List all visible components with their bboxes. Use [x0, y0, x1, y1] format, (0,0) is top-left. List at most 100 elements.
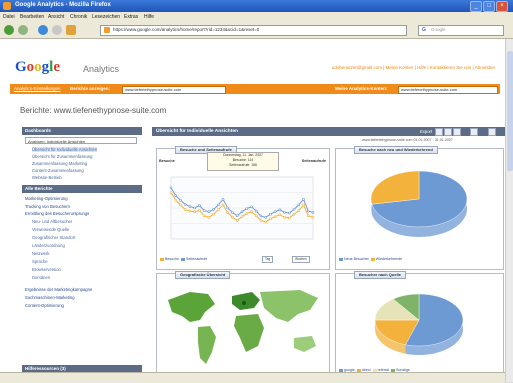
navigation-toolbar: https://www.google.com/analytics/home/re…	[0, 22, 513, 39]
sidebar-item-summary[interactable]: Übersicht für Zusammenfassung	[32, 154, 93, 159]
data-point	[250, 205, 253, 209]
sidebar-item-content-opt[interactable]: Content-Optimierung	[25, 303, 64, 308]
sidebar-subitem[interactable]: Länderzuordnung	[32, 243, 65, 248]
tab-day[interactable]: Tag	[262, 256, 274, 263]
account-select[interactable]: www.tiefenethypnose-suite.com	[398, 85, 498, 94]
data-point	[179, 198, 182, 202]
new-returning-panel-title: Besuche nach neu und Wiederkehrend	[354, 146, 438, 154]
sidebar-item-campaign[interactable]: Ergebnisse der Marketingkampagne	[25, 287, 92, 292]
sidebar-item-tracking[interactable]: Tracking von Besuchern	[25, 204, 70, 209]
dashboard: Übersicht für Individuelle Ansichten Exp…	[152, 127, 505, 382]
forward-icon[interactable]	[18, 25, 28, 35]
sidebar-item-content[interactable]: Content-Zusammenfassung	[32, 168, 84, 173]
data-point	[288, 211, 291, 215]
profile-label: Berichte anzeigen:	[70, 86, 111, 91]
data-point	[188, 209, 192, 213]
tab-week[interactable]: Wochen	[292, 256, 310, 263]
google-logo[interactable]: Google	[15, 59, 60, 76]
data-point	[231, 215, 234, 219]
email-icon[interactable]	[470, 128, 478, 136]
menu-lesezeichen[interactable]: Lesezeichen	[92, 14, 120, 20]
data-point	[302, 203, 305, 207]
page-content: Google Analytics udobenutzer@gmail.com |…	[0, 39, 505, 382]
menu-extras[interactable]: Extras	[124, 14, 138, 20]
data-point	[231, 211, 234, 214]
sidebar-item-origin[interactable]: Ermittlung des Besucherursprungs	[25, 211, 89, 216]
sources-panel-title: Besucher nach Quelle	[354, 271, 407, 279]
status-bar	[0, 372, 505, 383]
new-returning-pie-chart[interactable]	[344, 157, 494, 252]
data-point	[183, 208, 187, 211]
legend-swatch-new	[339, 257, 343, 261]
data-point	[179, 203, 182, 207]
sidebar-item-marketing[interactable]: Zusammenfassung Marketing	[32, 161, 87, 166]
data-point	[302, 198, 305, 201]
data-point	[292, 207, 296, 211]
dashboard-select[interactable]: Analysen: Individuelle Ansichten	[25, 137, 137, 144]
data-point	[278, 208, 282, 212]
visits-line-chart[interactable]	[167, 173, 317, 249]
xml-export-icon[interactable]	[444, 128, 452, 136]
data-point	[217, 203, 220, 207]
sidebar-item-sem[interactable]: Suchmaschinen-Marketing	[25, 295, 75, 300]
search-box[interactable]: G Google	[418, 25, 504, 36]
data-point	[306, 214, 310, 218]
account-links[interactable]: udobenutzer@gmail.com | Meine Konten | H…	[332, 65, 495, 70]
data-point	[259, 219, 263, 222]
data-point	[273, 210, 277, 214]
date-range[interactable]: www.tiefenethypnose-suite.com 01.01.2007…	[362, 138, 453, 142]
data-point	[226, 206, 230, 210]
maximize-button[interactable]: □	[483, 1, 495, 12]
data-point	[288, 216, 291, 220]
sidebar-subitem[interactable]: Browserversion	[32, 267, 61, 272]
data-point	[297, 209, 301, 212]
menu-chronik[interactable]: Chronik	[70, 14, 87, 20]
menu-datei[interactable]: Datei	[3, 14, 15, 20]
sources-pie-chart[interactable]	[344, 284, 494, 364]
world-map[interactable]	[160, 282, 326, 378]
menu-bar: Datei Bearbeiten Ansicht Chronik Lesezei…	[0, 12, 513, 22]
legend-returning: Wiederkehrende	[375, 257, 403, 261]
data-point	[273, 215, 277, 218]
menu-hilfe[interactable]: Hilfe	[144, 14, 154, 20]
sidebar-subitem[interactable]: Sprache	[32, 259, 48, 264]
menu-bearbeiten[interactable]: Bearbeiten	[20, 14, 44, 20]
data-point	[254, 214, 258, 218]
reload-icon[interactable]	[38, 25, 48, 35]
pdf-export-icon[interactable]	[435, 128, 443, 136]
vertical-scrollbar[interactable]	[505, 39, 513, 382]
sidebar-subitem[interactable]: Neu- und Altbesucher	[32, 219, 72, 224]
csv-export-icon[interactable]	[453, 128, 461, 136]
browser-window: Google Analytics - Mozilla Firefox _ □ ×…	[0, 0, 513, 383]
sidebar-subitem[interactable]: Geografischer Standort	[32, 235, 75, 240]
back-icon[interactable]	[4, 25, 14, 35]
data-point	[217, 208, 220, 211]
profile-select[interactable]: www.tiefenethypnose-suite.com	[122, 85, 226, 94]
stop-icon[interactable]	[52, 25, 62, 35]
data-point	[174, 194, 178, 197]
scrollbar-thumb[interactable]	[507, 51, 513, 171]
sidebar-item-marketing-opt[interactable]: Marketing-Optimierung	[25, 196, 68, 201]
sidebar-item-overview[interactable]: Übersicht für Individuelle Ansichten	[32, 147, 98, 152]
sidebar-subitem[interactable]: Domänen	[32, 275, 50, 280]
settings-link[interactable]: Analytics-Einstellungen	[14, 86, 61, 91]
sidebar-subitem[interactable]: Netzwerk	[32, 251, 49, 256]
url-bar[interactable]: https://www.google.com/analytics/home/re…	[100, 25, 407, 36]
home-icon[interactable]	[66, 25, 76, 35]
pie-slice-1	[370, 170, 420, 205]
menu-ansicht[interactable]: Ansicht	[48, 14, 64, 20]
sidebar-item-website[interactable]: Website-Betrieb	[32, 175, 62, 180]
data-point	[297, 203, 301, 207]
data-point	[254, 209, 258, 213]
search-placeholder: Google	[431, 27, 446, 32]
help-icon[interactable]	[488, 128, 496, 136]
minimize-button[interactable]: _	[470, 1, 482, 12]
data-point	[235, 214, 239, 218]
geo-panel-title: Geografische Übersicht	[175, 271, 231, 279]
data-point	[207, 215, 211, 219]
data-point	[269, 217, 272, 221]
firefox-icon	[3, 2, 11, 10]
close-button[interactable]: ×	[496, 1, 508, 12]
data-point	[264, 220, 267, 224]
sidebar-subitem[interactable]: Verweisende Quelle	[32, 227, 69, 232]
